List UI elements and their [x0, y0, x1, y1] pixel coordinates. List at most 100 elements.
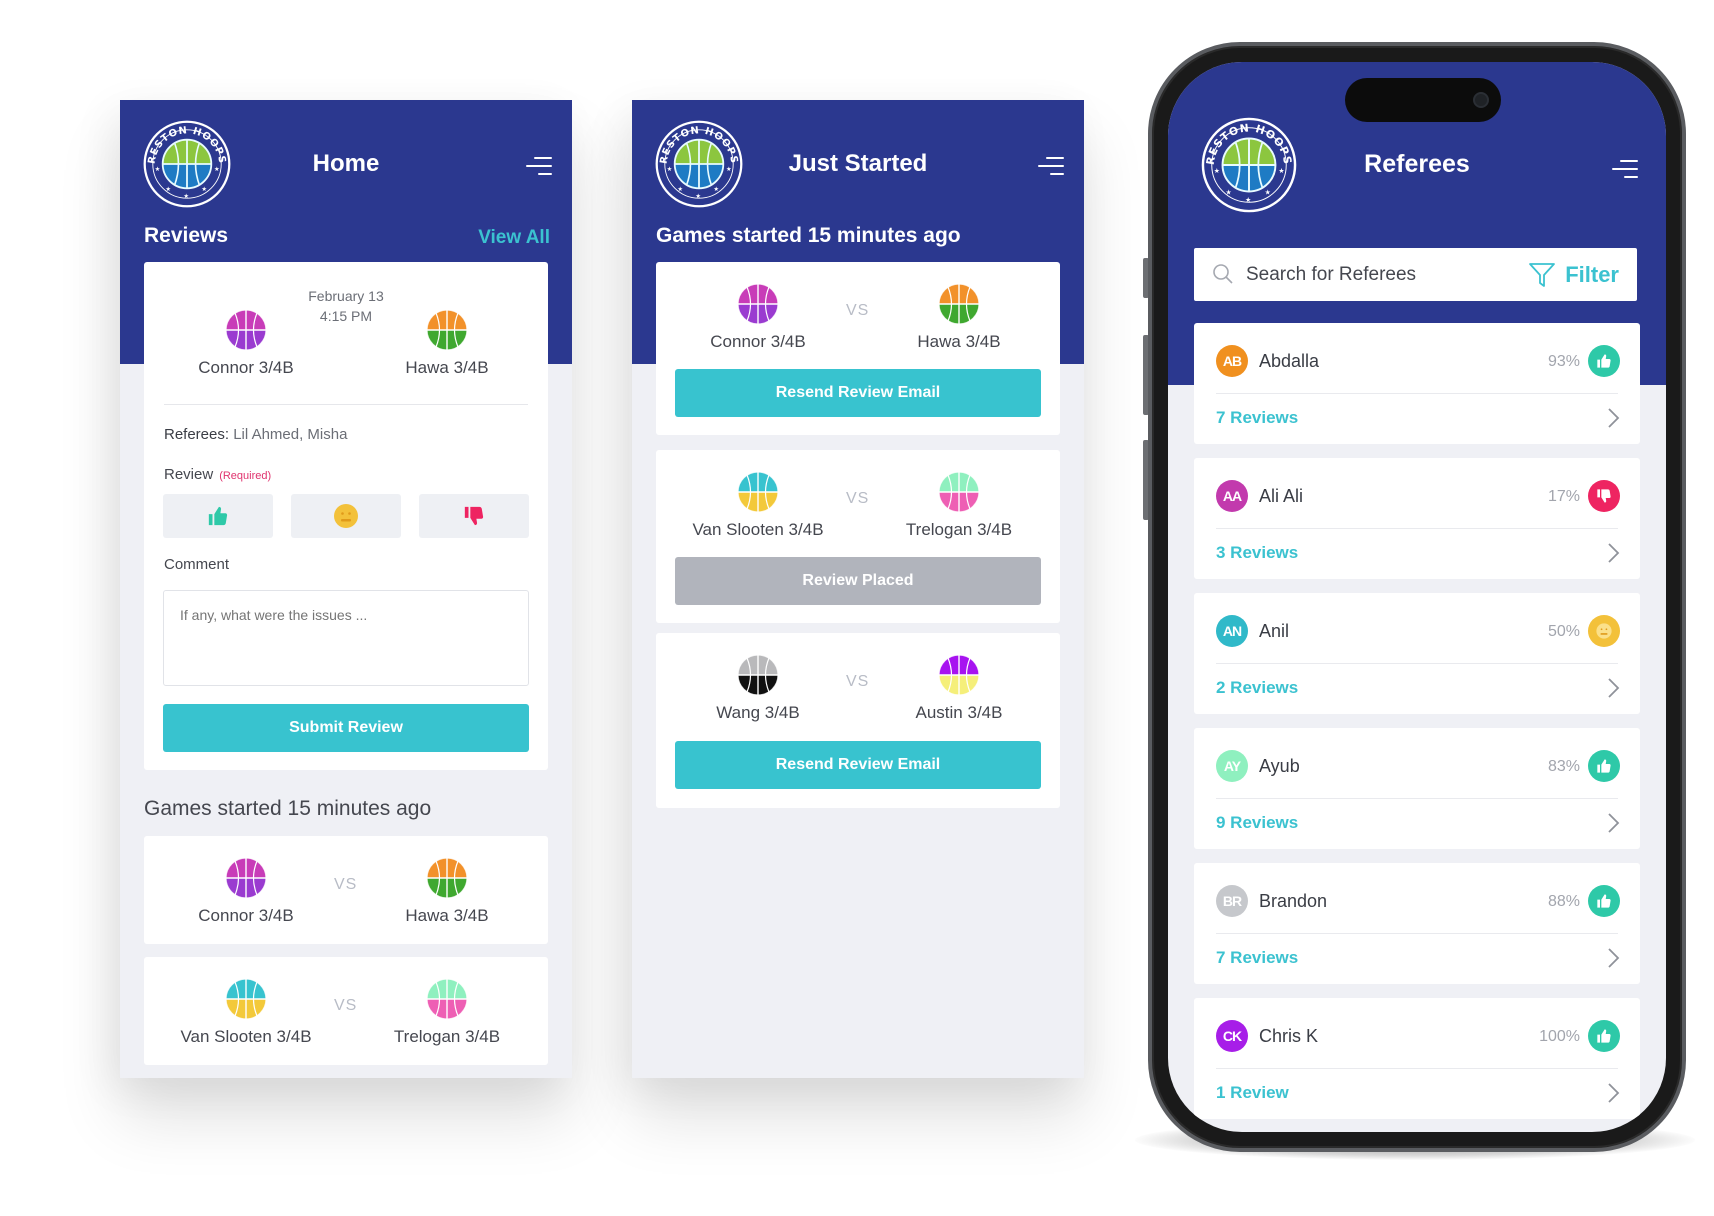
chevron-right-icon[interactable] [1606, 407, 1620, 429]
team-name: Austin 3/4B [915, 703, 1003, 722]
chevron-right-icon[interactable] [1606, 947, 1620, 969]
home-team: Van Slooten 3/4B [176, 977, 316, 1047]
referee-avatar: AB [1216, 345, 1248, 377]
referee-card[interactable]: AY Ayub 83% 9 Reviews [1194, 728, 1640, 849]
neutral-face-icon [334, 504, 358, 528]
review-label: Review [164, 466, 214, 483]
game-card[interactable]: Connor 3/4B VS Hawa 3/4B [144, 836, 548, 944]
thumbs-up-badge-icon [1588, 750, 1620, 782]
filter-button[interactable]: Filter [1527, 260, 1619, 290]
referees-screen: Referees Filter ABAbdalla93%7 ReviewsAAA… [1168, 62, 1666, 1132]
home-team: Connor 3/4B [176, 856, 316, 926]
reviews-count-link[interactable]: 9 Reviews [1216, 813, 1298, 833]
required-label: (Required) [219, 470, 272, 482]
referee-avatar: AN [1216, 615, 1248, 647]
hamburger-menu-icon[interactable] [1612, 160, 1638, 180]
reviews-count-link[interactable]: 3 Reviews [1216, 543, 1298, 563]
chevron-right-icon[interactable] [1606, 812, 1620, 834]
home-team: Wang 3/4B [688, 653, 828, 723]
basketball-icon [426, 309, 468, 351]
chevron-right-icon[interactable] [1606, 542, 1620, 564]
search-referees-input[interactable] [1246, 261, 1486, 289]
thumbs-down-rating-button[interactable] [419, 494, 529, 538]
thumbs-up-rating-button[interactable] [163, 494, 273, 538]
card-divider [1216, 798, 1618, 799]
referee-card[interactable]: BR Brandon 88% 7 Reviews [1194, 863, 1640, 984]
referee-card[interactable]: AB Abdalla 93% 7 Reviews [1194, 323, 1640, 444]
team-name: Trelogan 3/4B [905, 520, 1013, 539]
vs-label: VS [846, 490, 870, 507]
card-divider [1216, 933, 1618, 934]
page-title: Just Started [788, 150, 928, 177]
referee-card[interactable]: CK Chris K 100% 1 Review [1194, 998, 1640, 1119]
reston-hoops-logo [654, 119, 744, 209]
filter-label: Filter [1565, 262, 1619, 287]
team-name: Connor 3/4B [198, 906, 294, 925]
team-name: Connor 3/4B [710, 332, 806, 351]
away-team: Austin 3/4B [889, 653, 1029, 723]
neutral-rating-button[interactable] [291, 494, 401, 538]
hamburger-menu-icon[interactable] [1038, 157, 1064, 177]
card-divider [1216, 1068, 1618, 1069]
basketball-icon [737, 654, 779, 696]
games-section-title: Games started 15 minutes ago [144, 797, 432, 820]
referees-value: Lil Ahmed, Misha [233, 426, 348, 443]
thumbs-up-badge-icon [1588, 1020, 1620, 1052]
basketball-icon [426, 978, 468, 1020]
referee-card[interactable]: AN Anil 50% 2 Reviews [1194, 593, 1640, 714]
reston-hoops-logo [142, 119, 232, 209]
referee-approval-percent: 17% [1547, 488, 1580, 505]
reviews-count-link[interactable]: 7 Reviews [1216, 948, 1298, 968]
games-section-title: Games started 15 minutes ago [656, 224, 961, 247]
game-card: Wang 3/4B VS Austin 3/4B Resend Review E… [656, 633, 1060, 808]
reviews-count-link[interactable]: 7 Reviews [1216, 408, 1298, 428]
referee-approval-percent: 83% [1547, 758, 1580, 775]
referee-avatar: AY [1216, 750, 1248, 782]
basketball-icon [938, 283, 980, 325]
view-all-link[interactable]: View All [478, 227, 550, 249]
reviews-section-title: Reviews [144, 224, 229, 247]
referee-card[interactable]: AA Ali Ali 17% 3 Reviews [1194, 458, 1640, 579]
page-title: Home [312, 150, 380, 177]
referee-name: Ayub [1259, 756, 1300, 776]
referee-approval-percent: 100% [1539, 1028, 1580, 1045]
hamburger-menu-icon[interactable] [526, 157, 552, 177]
away-team: Trelogan 3/4B [889, 470, 1029, 540]
chevron-right-icon[interactable] [1606, 677, 1620, 699]
review-placed-button: Review Placed [675, 557, 1041, 605]
referee-name: Anil [1259, 621, 1290, 641]
thumbs-down-icon [463, 505, 485, 527]
vs-label: VS [846, 302, 870, 319]
team-name: Trelogan 3/4B [393, 1027, 501, 1046]
resend-review-email-button[interactable]: Resend Review Email [675, 369, 1041, 417]
referee-avatar: BR [1216, 885, 1248, 917]
away-team: Trelogan 3/4B [377, 977, 517, 1047]
away-team: Hawa 3/4B [377, 856, 517, 926]
front-camera [1473, 92, 1489, 108]
thumbs-up-badge-icon [1588, 345, 1620, 377]
team-name: Hawa 3/4B [405, 358, 489, 377]
vs-label: VS [334, 876, 358, 893]
basketball-icon [225, 857, 267, 899]
team-name: Van Slooten 3/4B [692, 520, 824, 539]
team-name: Connor 3/4B [198, 358, 294, 377]
chevron-right-icon[interactable] [1606, 1082, 1620, 1104]
referee-approval-percent: 88% [1547, 893, 1580, 910]
comment-textarea[interactable] [163, 590, 529, 686]
reviews-count-link[interactable]: 1 Review [1216, 1083, 1289, 1103]
referee-name: Abdalla [1259, 351, 1320, 371]
game-card[interactable]: Van Slooten 3/4B VS Trelogan 3/4B [144, 957, 548, 1065]
team-name: Van Slooten 3/4B [180, 1027, 312, 1046]
vs-label: VS [334, 997, 358, 1014]
resend-review-email-button[interactable]: Resend Review Email [675, 741, 1041, 789]
game-card: Van Slooten 3/4B VS Trelogan 3/4B Review… [656, 450, 1060, 623]
filter-funnel-icon [1529, 263, 1556, 287]
referee-approval-percent: 50% [1547, 623, 1580, 640]
review-card: February 13 4:15 PM Connor 3/4B Hawa 3/4… [144, 262, 548, 770]
basketball-icon [225, 978, 267, 1020]
comment-label: Comment [164, 556, 230, 573]
card-divider [1216, 393, 1618, 394]
submit-review-button[interactable]: Submit Review [163, 704, 529, 752]
reviews-count-link[interactable]: 2 Reviews [1216, 678, 1298, 698]
team-name: Wang 3/4B [716, 703, 800, 722]
